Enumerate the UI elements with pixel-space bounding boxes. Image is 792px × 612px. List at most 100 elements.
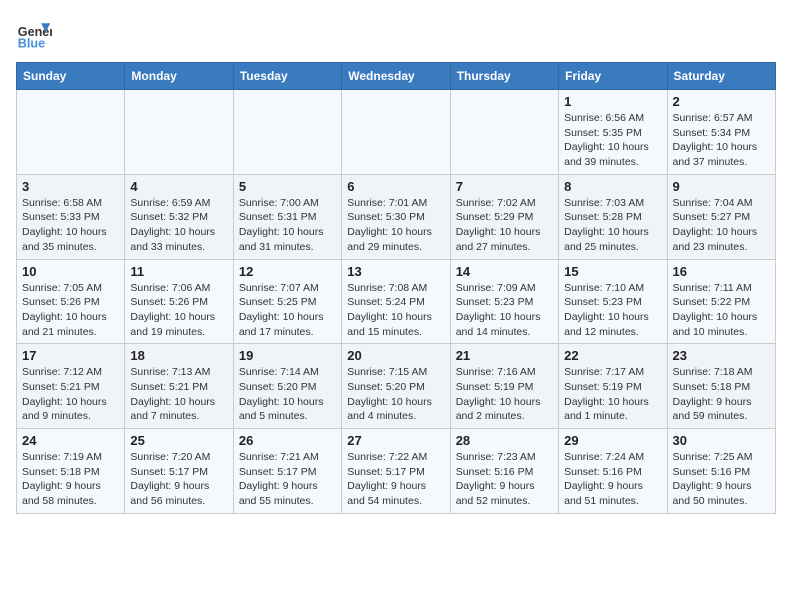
day-info: Sunrise: 7:15 AM Sunset: 5:20 PM Dayligh… [347,365,444,424]
day-number: 12 [239,264,336,279]
day-number: 9 [673,179,770,194]
day-info: Sunrise: 7:14 AM Sunset: 5:20 PM Dayligh… [239,365,336,424]
calendar-cell: 18 Sunrise: 7:13 AM Sunset: 5:21 PM Dayli… [125,344,233,429]
calendar-header: SundayMondayTuesdayWednesdayThursdayFrid… [17,63,776,90]
calendar-cell: 16Sunrise: 7:11 AM Sunset: 5:22 PM Dayli… [667,259,775,344]
day-info: Sunrise: 7:02 AM Sunset: 5:29 PM Dayligh… [456,196,553,255]
day-info: Sunrise: 7:09 AM Sunset: 5:23 PM Dayligh… [456,281,553,340]
calendar-header-friday: Friday [559,63,667,90]
day-number: 27 [347,433,444,448]
day-info: Sunrise: 7:21 AM Sunset: 5:17 PM Dayligh… [239,450,336,509]
day-number: 4 [130,179,227,194]
calendar-cell: 15 Sunrise: 7:10 AM Sunset: 5:23 PM Dayli… [559,259,667,344]
day-number: 7 [456,179,553,194]
day-number: 17 [22,348,119,363]
day-info: Sunrise: 7:12 AM Sunset: 5:21 PM Dayligh… [22,365,119,424]
day-info: Sunrise: 7:00 AM Sunset: 5:31 PM Dayligh… [239,196,336,255]
day-number: 24 [22,433,119,448]
logo: General Blue [16,16,58,52]
calendar-cell: 7 Sunrise: 7:02 AM Sunset: 5:29 PM Daylig… [450,174,558,259]
calendar-header-tuesday: Tuesday [233,63,341,90]
calendar-cell: 1 Sunrise: 6:56 AM Sunset: 5:35 PM Daylig… [559,90,667,175]
day-number: 16 [673,264,770,279]
day-info: Sunrise: 7:25 AM Sunset: 5:16 PM Dayligh… [673,450,770,509]
calendar-cell: 28Sunrise: 7:23 AM Sunset: 5:16 PM Dayli… [450,429,558,514]
calendar-cell: 6 Sunrise: 7:01 AM Sunset: 5:30 PM Daylig… [342,174,450,259]
day-number: 28 [456,433,553,448]
calendar-cell [233,90,341,175]
day-info: Sunrise: 7:07 AM Sunset: 5:25 PM Dayligh… [239,281,336,340]
calendar-week-5: 24 Sunrise: 7:19 AM Sunset: 5:18 PM Dayli… [17,429,776,514]
day-number: 6 [347,179,444,194]
day-number: 10 [22,264,119,279]
day-info: Sunrise: 7:16 AM Sunset: 5:19 PM Dayligh… [456,365,553,424]
calendar-cell: 5 Sunrise: 7:00 AM Sunset: 5:31 PM Daylig… [233,174,341,259]
day-info: Sunrise: 6:57 AM Sunset: 5:34 PM Dayligh… [673,111,770,170]
day-info: Sunrise: 7:04 AM Sunset: 5:27 PM Dayligh… [673,196,770,255]
calendar-header-wednesday: Wednesday [342,63,450,90]
day-number: 1 [564,94,661,109]
calendar-cell: 22 Sunrise: 7:17 AM Sunset: 5:19 PM Dayli… [559,344,667,429]
day-number: 20 [347,348,444,363]
day-number: 2 [673,94,770,109]
calendar-cell [450,90,558,175]
calendar-week-1: 1 Sunrise: 6:56 AM Sunset: 5:35 PM Daylig… [17,90,776,175]
calendar-cell [125,90,233,175]
day-number: 11 [130,264,227,279]
day-info: Sunrise: 7:03 AM Sunset: 5:28 PM Dayligh… [564,196,661,255]
day-info: Sunrise: 7:18 AM Sunset: 5:18 PM Dayligh… [673,365,770,424]
calendar-cell: 29 Sunrise: 7:24 AM Sunset: 5:16 PM Dayli… [559,429,667,514]
day-number: 15 [564,264,661,279]
page-header: General Blue [16,16,776,52]
calendar-cell: 14Sunrise: 7:09 AM Sunset: 5:23 PM Dayli… [450,259,558,344]
day-number: 3 [22,179,119,194]
day-info: Sunrise: 6:56 AM Sunset: 5:35 PM Dayligh… [564,111,661,170]
calendar-table: SundayMondayTuesdayWednesdayThursdayFrid… [16,62,776,514]
calendar-cell: 19 Sunrise: 7:14 AM Sunset: 5:20 PM Dayli… [233,344,341,429]
calendar-week-4: 17 Sunrise: 7:12 AM Sunset: 5:21 PM Dayli… [17,344,776,429]
calendar-cell: 3 Sunrise: 6:58 AM Sunset: 5:33 PM Daylig… [17,174,125,259]
day-number: 8 [564,179,661,194]
calendar-week-2: 3 Sunrise: 6:58 AM Sunset: 5:33 PM Daylig… [17,174,776,259]
calendar-cell: 17 Sunrise: 7:12 AM Sunset: 5:21 PM Dayli… [17,344,125,429]
day-number: 23 [673,348,770,363]
day-info: Sunrise: 7:08 AM Sunset: 5:24 PM Dayligh… [347,281,444,340]
day-number: 26 [239,433,336,448]
calendar-cell: 10Sunrise: 7:05 AM Sunset: 5:26 PM Dayli… [17,259,125,344]
day-number: 29 [564,433,661,448]
calendar-cell: 13 Sunrise: 7:08 AM Sunset: 5:24 PM Dayli… [342,259,450,344]
calendar-cell: 12 Sunrise: 7:07 AM Sunset: 5:25 PM Dayli… [233,259,341,344]
day-number: 18 [130,348,227,363]
calendar-cell: 23 Sunrise: 7:18 AM Sunset: 5:18 PM Dayli… [667,344,775,429]
day-info: Sunrise: 7:22 AM Sunset: 5:17 PM Dayligh… [347,450,444,509]
calendar-header-monday: Monday [125,63,233,90]
day-info: Sunrise: 7:24 AM Sunset: 5:16 PM Dayligh… [564,450,661,509]
day-info: Sunrise: 7:17 AM Sunset: 5:19 PM Dayligh… [564,365,661,424]
calendar-cell: 21 Sunrise: 7:16 AM Sunset: 5:19 PM Dayli… [450,344,558,429]
calendar-cell: 9 Sunrise: 7:04 AM Sunset: 5:27 PM Daylig… [667,174,775,259]
day-info: Sunrise: 6:59 AM Sunset: 5:32 PM Dayligh… [130,196,227,255]
day-info: Sunrise: 7:01 AM Sunset: 5:30 PM Dayligh… [347,196,444,255]
calendar-cell: 11Sunrise: 7:06 AM Sunset: 5:26 PM Dayli… [125,259,233,344]
day-number: 30 [673,433,770,448]
calendar-cell: 25Sunrise: 7:20 AM Sunset: 5:17 PM Dayli… [125,429,233,514]
calendar-cell: 20 Sunrise: 7:15 AM Sunset: 5:20 PM Dayli… [342,344,450,429]
day-number: 5 [239,179,336,194]
day-number: 19 [239,348,336,363]
day-number: 22 [564,348,661,363]
calendar-cell: 4 Sunrise: 6:59 AM Sunset: 5:32 PM Daylig… [125,174,233,259]
day-number: 25 [130,433,227,448]
day-info: Sunrise: 7:19 AM Sunset: 5:18 PM Dayligh… [22,450,119,509]
calendar-cell: 27 Sunrise: 7:22 AM Sunset: 5:17 PM Dayli… [342,429,450,514]
calendar-cell: 2 Sunrise: 6:57 AM Sunset: 5:34 PM Daylig… [667,90,775,175]
day-number: 21 [456,348,553,363]
calendar-header-thursday: Thursday [450,63,558,90]
logo-icon: General Blue [16,16,52,52]
calendar-cell: 8 Sunrise: 7:03 AM Sunset: 5:28 PM Daylig… [559,174,667,259]
day-info: Sunrise: 6:58 AM Sunset: 5:33 PM Dayligh… [22,196,119,255]
day-info: Sunrise: 7:13 AM Sunset: 5:21 PM Dayligh… [130,365,227,424]
day-number: 13 [347,264,444,279]
day-info: Sunrise: 7:10 AM Sunset: 5:23 PM Dayligh… [564,281,661,340]
calendar-header-sunday: Sunday [17,63,125,90]
calendar-header-saturday: Saturday [667,63,775,90]
